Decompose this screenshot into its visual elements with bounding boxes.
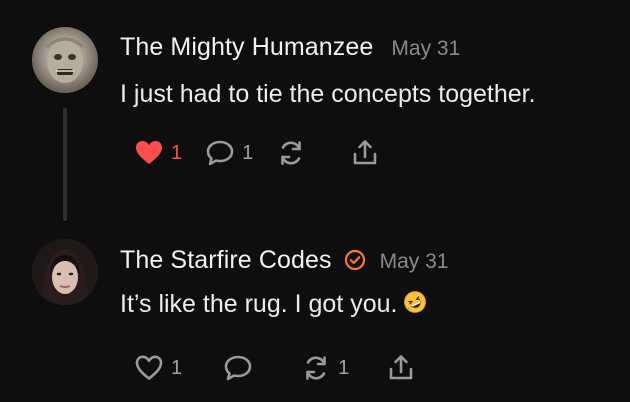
share-button[interactable] (349, 137, 381, 169)
avatar[interactable] (32, 27, 98, 93)
heart-outline-icon (135, 355, 163, 380)
like-count: 1 (171, 141, 183, 164)
restack-button[interactable]: 1 (300, 352, 349, 384)
comment-actions: 1 1 (133, 137, 381, 169)
restack-button[interactable] (275, 137, 313, 169)
comment-text: It’s like the rug. I got you. (120, 290, 398, 318)
share-button[interactable] (385, 352, 417, 384)
comment-2: The Starfire Codes May 31 It’s like the … (0, 225, 630, 402)
share-icon (353, 140, 377, 165)
comment-text: I just had to tie the concepts together. (120, 80, 536, 108)
author-name[interactable]: The Starfire Codes (120, 246, 332, 275)
restack-icon (306, 356, 326, 380)
thread-line (63, 108, 67, 221)
speech-bubble-icon (206, 140, 234, 166)
rofl-emoji-icon (403, 290, 427, 314)
comment-date[interactable]: May 31 (380, 250, 449, 274)
heart-filled-icon (136, 141, 162, 164)
avatar[interactable] (32, 239, 98, 305)
like-button[interactable]: 1 (133, 137, 182, 169)
author-name[interactable]: The Mighty Humanzee (120, 33, 373, 62)
reply-count: 1 (242, 141, 254, 164)
share-icon (389, 355, 413, 380)
reply-button[interactable]: 1 (204, 137, 253, 169)
speech-bubble-icon (224, 355, 252, 381)
like-count: 1 (171, 356, 183, 379)
restack-count: 1 (338, 356, 350, 379)
comment-date[interactable]: May 31 (391, 37, 460, 61)
comment-text-wrap: It’s like the rug. I got you. (120, 290, 427, 319)
like-button[interactable]: 1 (133, 352, 182, 384)
verified-badge-icon (344, 249, 366, 271)
reply-button[interactable] (222, 352, 260, 384)
restack-icon (281, 141, 302, 165)
comment-actions: 1 1 (133, 352, 417, 384)
comment-1: The Mighty Humanzee May 31 I just had to… (0, 0, 630, 221)
